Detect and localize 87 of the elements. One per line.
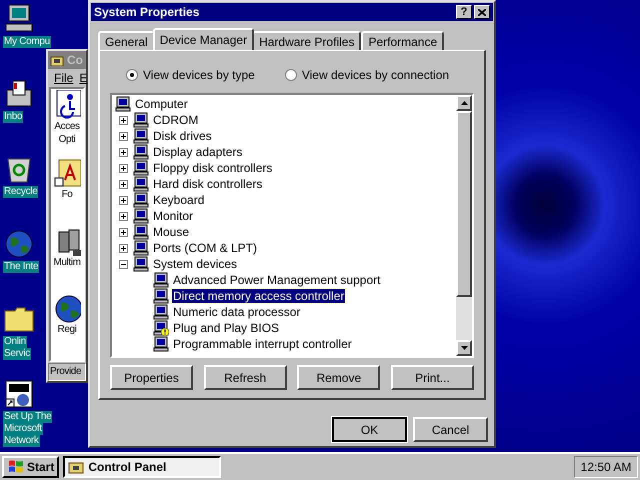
tree-item[interactable]: Mouse <box>152 225 190 239</box>
device-icon <box>133 224 149 240</box>
msn-shortcut-icon <box>3 378 35 410</box>
device-icon <box>133 256 149 272</box>
icon-label[interactable]: Regi <box>58 323 76 336</box>
device-icon <box>133 176 149 192</box>
tree-item[interactable]: Monitor <box>152 209 194 223</box>
scroll-arrow-button[interactable] <box>456 95 472 111</box>
expander-icon[interactable] <box>119 260 128 268</box>
control-panel-icon <box>50 54 64 66</box>
expander-icon[interactable] <box>119 164 128 172</box>
device-icon <box>133 160 149 176</box>
expander-icon[interactable] <box>119 244 128 252</box>
taskbar-button[interactable]: Control Panel <box>63 456 222 478</box>
tab[interactable]: Hardware Profiles <box>252 31 362 50</box>
device-icon <box>115 96 131 112</box>
expander-icon[interactable] <box>119 212 128 220</box>
icon-label[interactable]: Inbo <box>3 111 24 123</box>
tab[interactable]: General <box>98 31 155 50</box>
tab[interactable]: Performance <box>361 31 444 50</box>
tree-item[interactable]: Ports (COM & LPT) <box>152 241 258 255</box>
device-icon <box>133 112 149 128</box>
expander-icon[interactable] <box>119 116 128 124</box>
expander-icon[interactable] <box>119 196 128 204</box>
icon-label[interactable]: Servic <box>3 348 31 360</box>
icon-label[interactable]: Recycle <box>3 186 38 198</box>
radio-button[interactable] <box>284 69 297 81</box>
tree-item[interactable]: System devices <box>152 257 238 271</box>
tree-item[interactable]: Floppy disk controllers <box>152 161 274 175</box>
tree-item[interactable]: CDROM <box>152 113 200 127</box>
radio-button[interactable] <box>126 69 138 81</box>
close-icon <box>478 8 486 16</box>
scroll-arrow-button[interactable] <box>456 340 472 356</box>
tree-item[interactable]: Keyboard <box>152 193 206 207</box>
expander-icon[interactable] <box>119 132 128 140</box>
expander-icon[interactable] <box>119 148 128 156</box>
close-button[interactable] <box>474 5 490 19</box>
icon-label[interactable]: Onlin <box>3 336 27 348</box>
clock: 12:50 AM <box>574 456 638 478</box>
tree-item[interactable]: Direct memory access controller <box>172 289 346 303</box>
window-title: System Properties <box>94 4 200 21</box>
tree-item[interactable]: Display adapters <box>152 145 244 159</box>
cancel-button[interactable]: Cancel <box>413 417 488 442</box>
icon-label[interactable]: The Inte <box>3 261 40 273</box>
down-arrow-icon <box>460 346 468 350</box>
ok-button[interactable]: OK <box>332 417 407 442</box>
expander-icon[interactable] <box>119 180 128 188</box>
tab[interactable]: Device Manager <box>152 28 254 50</box>
icon-label[interactable]: Set Up The <box>3 411 52 423</box>
radio-label[interactable]: View devices by connection <box>302 66 450 84</box>
globe-icon <box>3 228 35 260</box>
fonts-shortcut-icon <box>53 158 81 188</box>
window-title: Co <box>67 52 83 69</box>
windows-logo-icon <box>7 459 25 475</box>
device-icon <box>133 192 149 208</box>
icon-label[interactable]: Microsoft <box>3 423 43 435</box>
tree-item[interactable]: Plug and Play BIOS <box>172 321 280 335</box>
device-button[interactable]: Properties <box>110 365 193 390</box>
start-button[interactable]: Start <box>2 456 60 478</box>
icon-label[interactable]: Multim <box>53 256 81 268</box>
menu-item[interactable]: File <box>54 69 74 87</box>
icon-label[interactable]: Fo <box>62 188 72 201</box>
tree-item[interactable]: Disk drives <box>152 129 213 143</box>
device-icon <box>133 144 149 160</box>
tree-item[interactable]: Numeric data processor <box>172 305 302 319</box>
icon-label[interactable]: Opti <box>58 133 76 146</box>
status-bar: Provide <box>48 363 86 381</box>
control-panel-icon <box>68 460 84 474</box>
tree-item[interactable]: Programmable interrupt controller <box>172 337 353 351</box>
tree-item[interactable]: Computer <box>134 97 189 111</box>
device-icon <box>133 208 149 224</box>
tree-item[interactable]: Advanced Power Management support <box>172 273 382 287</box>
device-button[interactable]: Refresh <box>204 365 287 390</box>
tree-item[interactable]: Hard disk controllers <box>152 177 264 191</box>
device-icon <box>133 128 149 144</box>
up-arrow-icon <box>460 101 468 105</box>
icon-label[interactable]: Network <box>3 435 40 447</box>
globe-icon <box>53 293 81 324</box>
device-button[interactable]: Print... <box>390 365 474 390</box>
icon-label[interactable]: My Compu <box>3 36 51 48</box>
help-button[interactable]: ? <box>456 5 472 19</box>
device-icon <box>133 240 149 256</box>
icon-label[interactable]: Acces <box>54 120 80 133</box>
scroll-thumb[interactable] <box>456 111 472 297</box>
device-button[interactable]: Remove <box>297 365 380 390</box>
expander-icon[interactable] <box>119 228 128 236</box>
radio-label[interactable]: View devices by type <box>143 66 255 84</box>
